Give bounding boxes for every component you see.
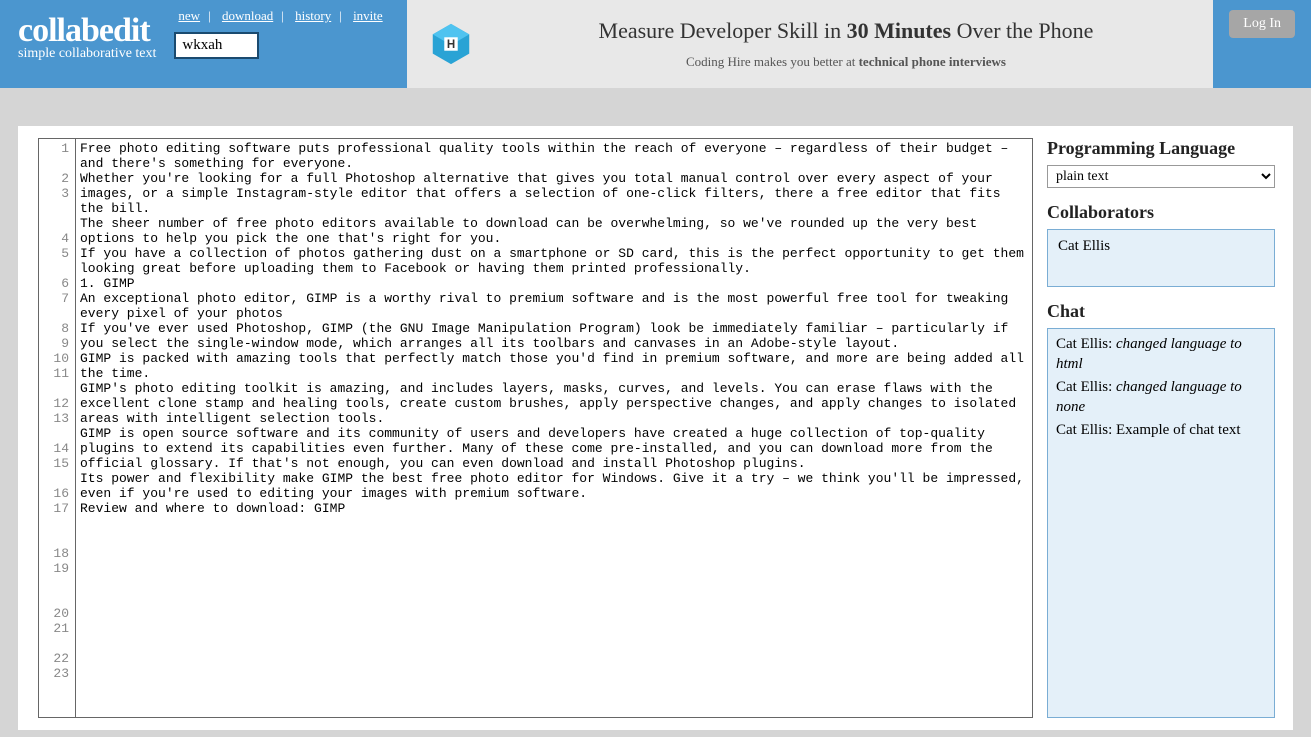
code-line: GIMP's photo editing toolkit is amazing,… xyxy=(80,381,1028,426)
language-select[interactable]: plain text xyxy=(1047,165,1275,188)
code-line: Review and where to download: GIMP xyxy=(80,501,1028,516)
collaborators-box: Cat Ellis xyxy=(1047,229,1275,287)
nav-download[interactable]: download xyxy=(222,8,273,23)
code-line: An exceptional photo editor, GIMP is a w… xyxy=(80,291,1028,321)
collab-heading: Collaborators xyxy=(1047,202,1275,223)
code-line: GIMP is open source software and its com… xyxy=(80,426,1028,471)
ad-banner[interactable]: H Measure Developer Skill in 30 Minutes … xyxy=(407,0,1214,88)
chat-user: Cat Ellis: xyxy=(1056,379,1116,395)
code-area[interactable]: Free photo editing software puts profess… xyxy=(75,139,1032,717)
code-line: Whether you're looking for a full Photos… xyxy=(80,171,1028,216)
banner-text: Measure Developer Skill in 30 Minutes Ov… xyxy=(499,18,1194,70)
chat-user: Cat Ellis: xyxy=(1056,422,1116,438)
nav-new[interactable]: new xyxy=(178,8,200,23)
lang-heading: Programming Language xyxy=(1047,138,1275,159)
logo-area: collabedit simple collaborative text xyxy=(0,0,174,62)
editor: 1 23 45 67 891011 1213 1415 1617 1819 20… xyxy=(38,138,1033,718)
doc-code-input[interactable] xyxy=(174,32,259,59)
code-line: If you have a collection of photos gathe… xyxy=(80,246,1028,276)
login-area: Log In xyxy=(1213,0,1311,88)
chat-line: Cat Ellis: Example of chat text xyxy=(1056,421,1266,441)
code-line: GIMP is packed with amazing tools that p… xyxy=(80,351,1028,381)
chat-box[interactable]: Cat Ellis: changed language to htmlCat E… xyxy=(1047,328,1275,718)
nav-invite[interactable]: invite xyxy=(353,8,383,23)
sidebar: Programming Language plain text Collabor… xyxy=(1033,126,1293,730)
login-button[interactable]: Log In xyxy=(1229,10,1295,38)
main: 1 23 45 67 891011 1213 1415 1617 1819 20… xyxy=(18,126,1293,730)
chat-user: Cat Ellis: xyxy=(1056,336,1116,352)
svg-text:H: H xyxy=(447,39,455,51)
code-line: If you've ever used Photoshop, GIMP (the… xyxy=(80,321,1028,351)
code-line: Its power and flexibility make GIMP the … xyxy=(80,471,1028,501)
code-line: 1. GIMP xyxy=(80,276,1028,291)
line-gutter: 1 23 45 67 891011 1213 1415 1617 1819 20… xyxy=(39,139,75,717)
banner-subtitle: Coding Hire makes you better at technica… xyxy=(499,54,1194,70)
nav-links: new| download| history| invite xyxy=(174,8,386,24)
code-line: Free photo editing software puts profess… xyxy=(80,141,1028,171)
coding-hire-icon: H xyxy=(427,20,475,68)
chat-line: Cat Ellis: changed language to html xyxy=(1056,335,1266,374)
code-line: The sheer number of free photo editors a… xyxy=(80,216,1028,246)
logo: collabedit xyxy=(18,12,156,50)
nav-area: new| download| history| invite xyxy=(174,0,386,59)
chat-heading: Chat xyxy=(1047,301,1275,322)
nav-history[interactable]: history xyxy=(295,8,331,23)
chat-line: Cat Ellis: changed language to none xyxy=(1056,378,1266,417)
header: collabedit simple collaborative text new… xyxy=(0,0,1311,88)
tagline: simple collaborative text xyxy=(18,46,156,62)
collaborator: Cat Ellis xyxy=(1058,238,1264,255)
banner-title: Measure Developer Skill in 30 Minutes Ov… xyxy=(499,18,1194,44)
chat-msg: Example of chat text xyxy=(1116,422,1241,438)
